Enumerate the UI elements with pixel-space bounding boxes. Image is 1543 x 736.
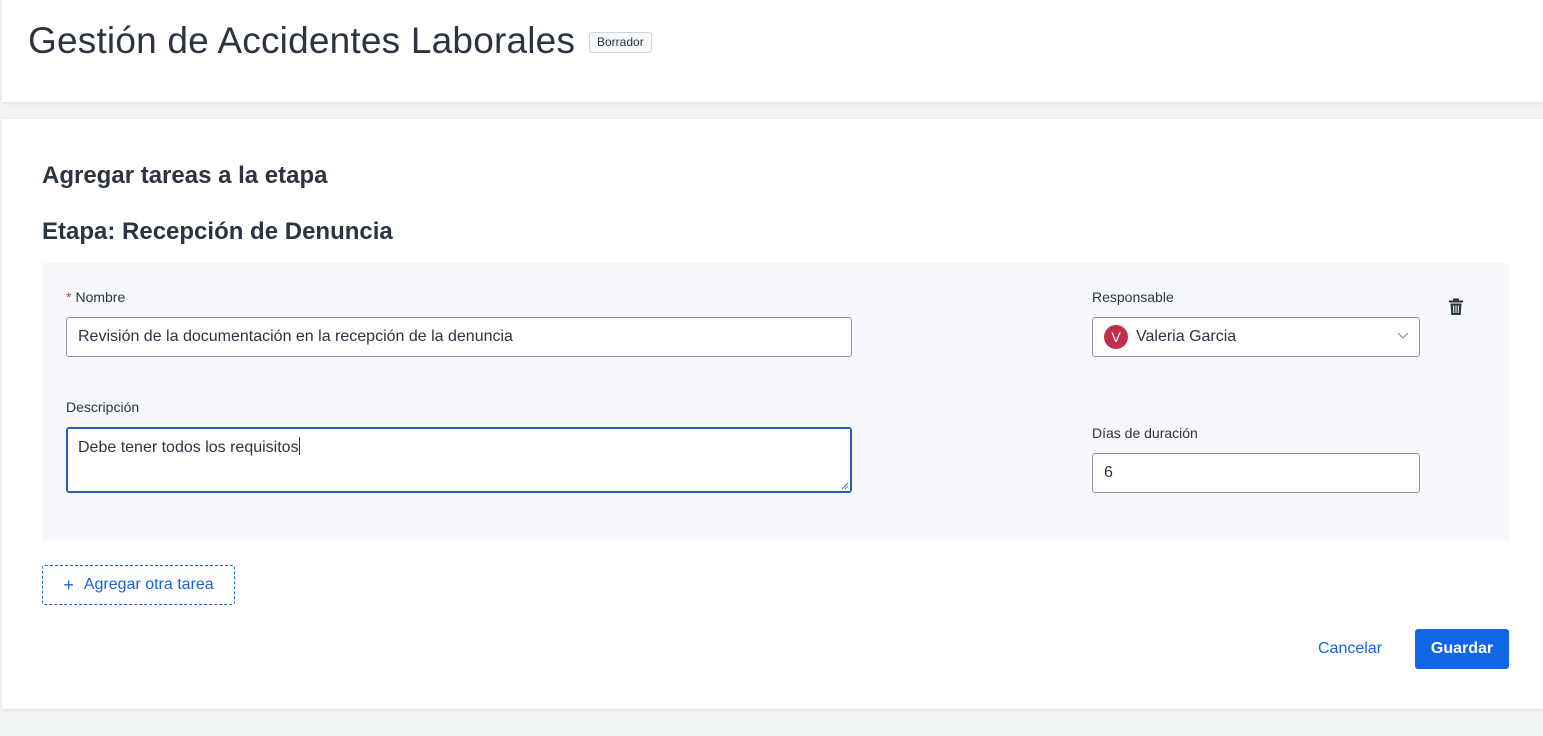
plus-icon: +: [63, 575, 74, 595]
task-form-card: Agregar tareas a la etapa Etapa: Recepci…: [2, 119, 1543, 709]
text-cursor: [298, 437, 300, 455]
status-badge: Borrador: [589, 32, 652, 53]
responsible-select[interactable]: V Valeria Garcia: [1092, 317, 1420, 357]
page-header: Gestión de Accidentes Laborales Borrador: [2, 0, 1543, 102]
section-title: Agregar tareas a la etapa: [42, 162, 328, 189]
task-item: *Nombre Descripción Debe tener todos los…: [42, 263, 1509, 541]
name-label: * Nombre: [66, 289, 125, 305]
duration-input[interactable]: [1092, 453, 1420, 493]
description-textarea[interactable]: Debe tener todos los requisitos: [66, 427, 852, 493]
avatar: V: [1104, 325, 1128, 349]
save-button[interactable]: Guardar: [1415, 629, 1509, 669]
trash-icon[interactable]: [1448, 298, 1464, 316]
description-text: Debe tener todos los requisitos: [78, 439, 299, 456]
cancel-button[interactable]: Cancelar: [1302, 629, 1398, 669]
description-label: Descripción: [66, 399, 140, 415]
name-input[interactable]: [66, 317, 852, 357]
add-task-label: Agregar otra tarea: [83, 576, 214, 593]
resize-handle-icon[interactable]: [841, 482, 849, 490]
responsible-value: Valeria Garcia: [1136, 328, 1237, 345]
name-label-text: Nombre: [75, 289, 126, 305]
required-mark: *: [66, 289, 72, 305]
chevron-down-icon: [1397, 332, 1409, 339]
duration-label: Días de duración: [1092, 425, 1198, 441]
stage-title: Etapa: Recepción de Denuncia: [42, 218, 393, 245]
page-title: Gestión de Accidentes Laborales: [28, 20, 576, 61]
responsible-label: Responsable: [1092, 289, 1174, 305]
add-task-button[interactable]: + Agregar otra tarea: [42, 565, 235, 605]
